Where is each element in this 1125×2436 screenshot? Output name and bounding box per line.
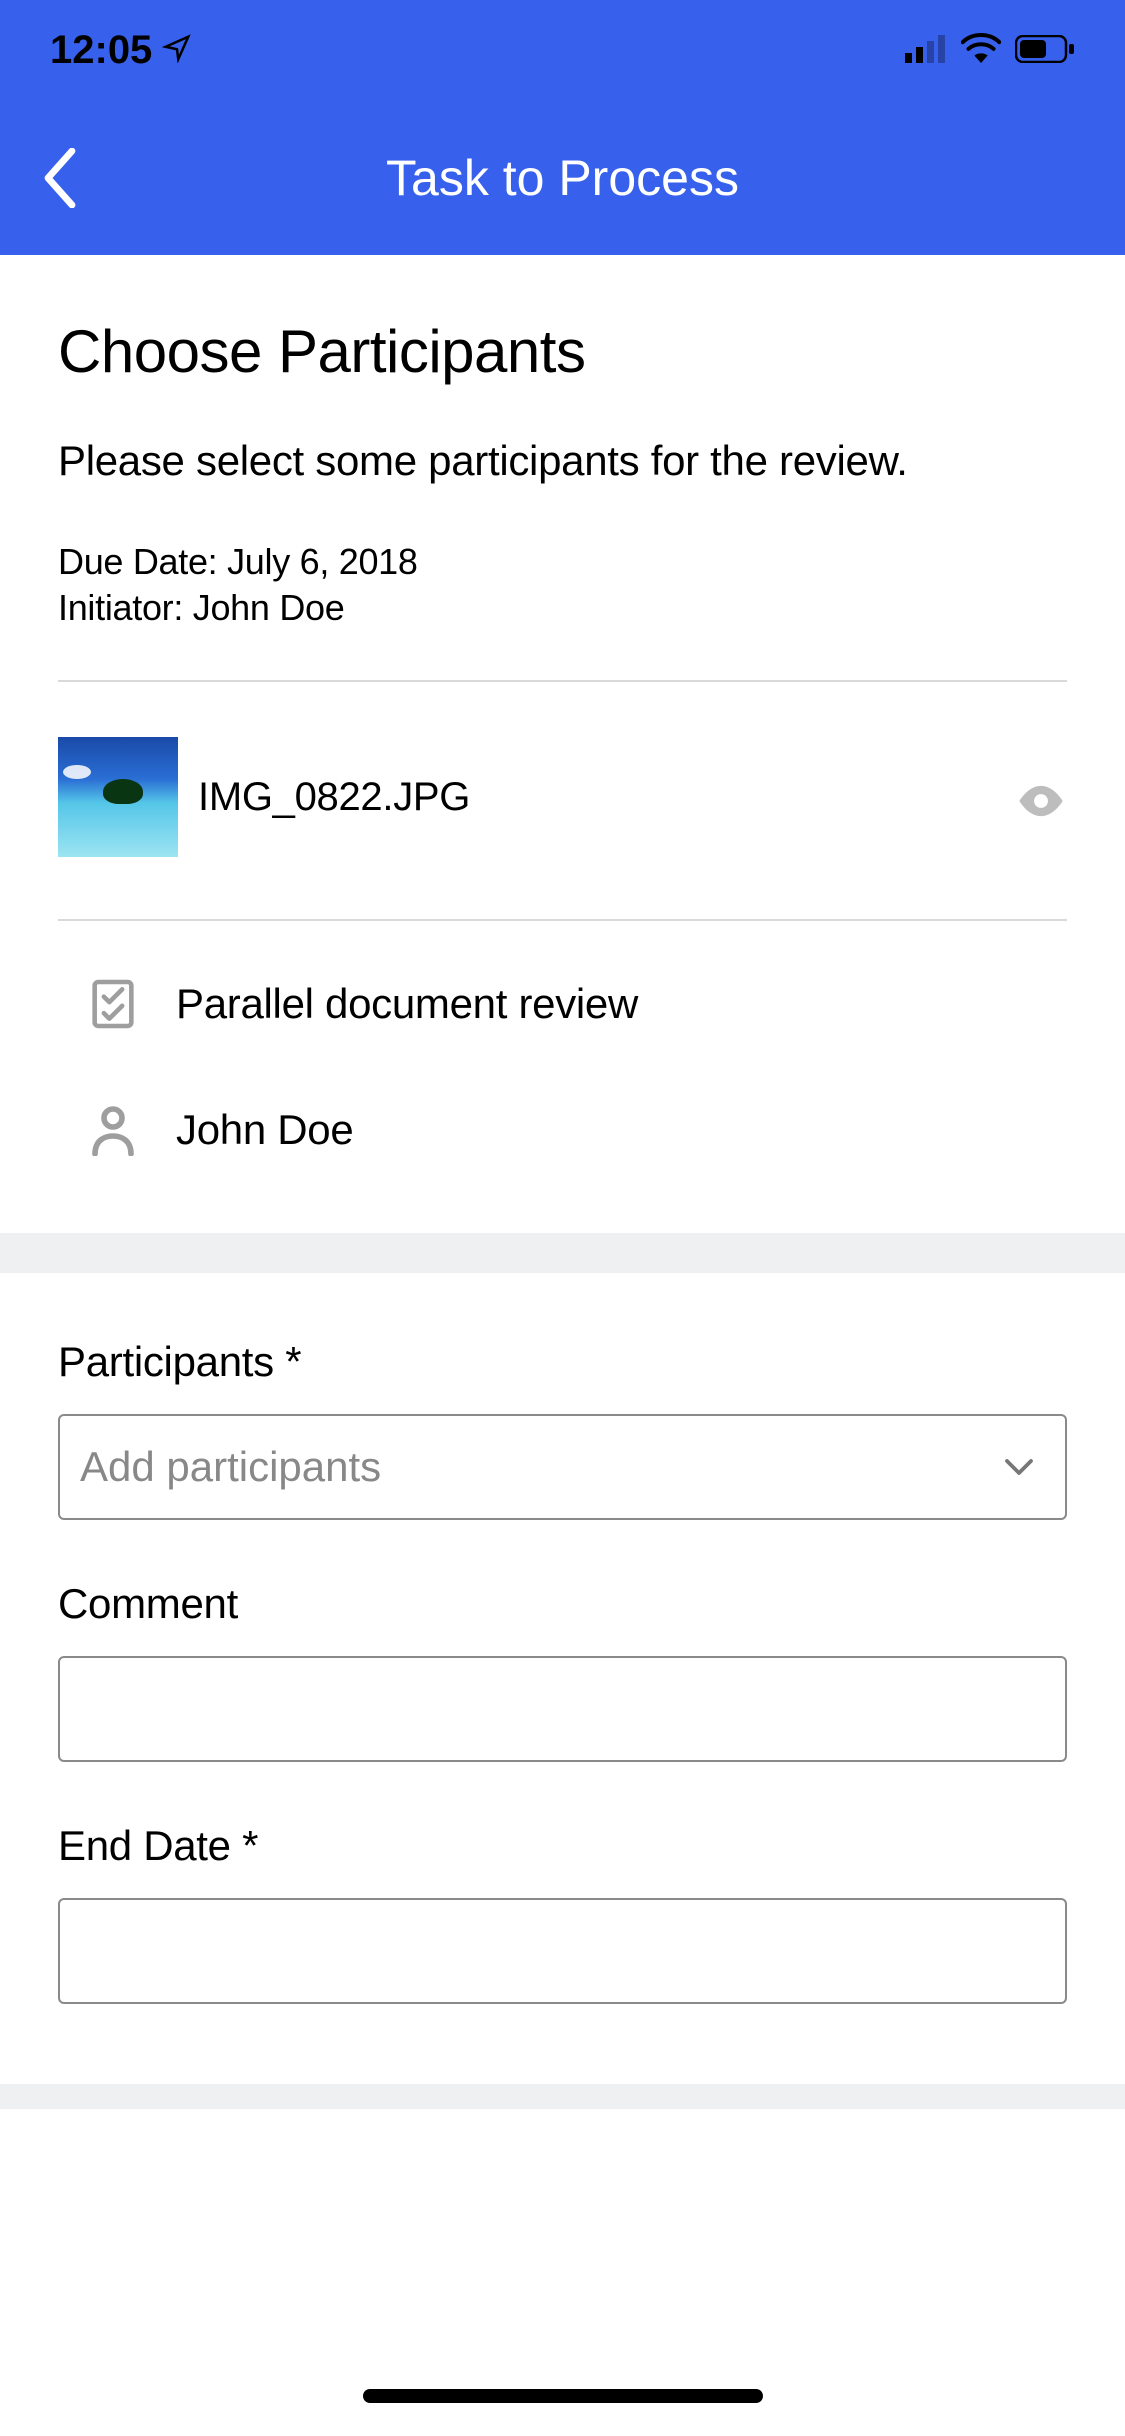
participants-dropdown-toggle[interactable] <box>1001 1449 1037 1485</box>
end-date-label: End Date * <box>58 1822 1067 1870</box>
chevron-left-icon <box>42 148 78 208</box>
status-bar: 12:05 <box>0 0 1125 100</box>
nav-bar: Task to Process <box>0 100 1125 255</box>
divider <box>58 919 1067 921</box>
attachment-row[interactable]: IMG_0822.JPG <box>58 682 1067 919</box>
task-meta: Due Date: July 6, 2018 Initiator: John D… <box>58 539 1067 633</box>
cellular-signal-icon <box>905 28 947 73</box>
end-date-field[interactable] <box>58 1898 1067 2004</box>
back-button[interactable] <box>30 148 90 208</box>
bottom-spacer <box>0 2109 1125 2181</box>
initiator-value: John Doe <box>193 587 345 628</box>
preview-button[interactable] <box>1015 775 1067 827</box>
comment-field[interactable] <box>58 1656 1067 1762</box>
status-bar-left: 12:05 <box>50 28 192 73</box>
attachment-thumbnail <box>58 737 178 857</box>
participants-field[interactable] <box>58 1414 1067 1520</box>
participants-label: Participants * <box>58 1338 1067 1386</box>
person-row: John Doe <box>58 1067 1067 1193</box>
home-indicator-area <box>0 2356 1125 2436</box>
participants-input[interactable] <box>80 1443 1045 1491</box>
workflow-row: Parallel document review <box>58 941 1067 1067</box>
location-icon <box>162 28 192 73</box>
person-name: John Doe <box>176 1106 353 1154</box>
due-date-value: July 6, 2018 <box>227 541 418 582</box>
eye-icon <box>1015 775 1067 827</box>
battery-icon <box>1015 28 1075 73</box>
home-indicator[interactable] <box>363 2389 763 2403</box>
initiator-label: Initiator: <box>58 587 193 628</box>
attachment-filename: IMG_0822.JPG <box>198 775 470 820</box>
form-section: Participants * Comment End Date * <box>0 1273 1125 2084</box>
comment-label: Comment <box>58 1580 1067 1628</box>
page-title: Choose Participants <box>58 317 1067 386</box>
section-separator <box>0 1233 1125 1273</box>
chevron-down-icon <box>1001 1449 1037 1485</box>
wifi-icon <box>961 28 1001 73</box>
page-subtitle: Please select some participants for the … <box>58 434 1067 489</box>
person-icon <box>88 1105 138 1155</box>
checklist-icon <box>88 979 138 1029</box>
comment-input[interactable] <box>80 1685 1045 1733</box>
initiator-line: Initiator: John Doe <box>58 585 1067 632</box>
end-date-input[interactable] <box>80 1927 1045 1975</box>
status-time: 12:05 <box>50 28 152 73</box>
status-bar-right <box>905 28 1075 73</box>
due-date-line: Due Date: July 6, 2018 <box>58 539 1067 586</box>
due-date-label: Due Date: <box>58 541 227 582</box>
workflow-name: Parallel document review <box>176 980 638 1028</box>
nav-title: Task to Process <box>0 149 1125 207</box>
section-separator <box>0 2084 1125 2109</box>
